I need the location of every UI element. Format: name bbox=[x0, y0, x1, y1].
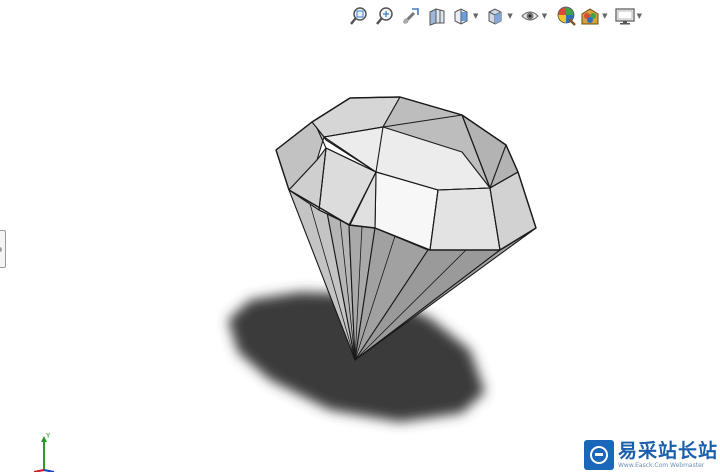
watermark-title: 易采站长站 bbox=[618, 439, 719, 462]
reference-triad: Y bbox=[33, 432, 55, 472]
watermark-logo-icon bbox=[584, 440, 614, 470]
graphics-area[interactable]: ▼ ▼ ▼ ▼ ▼ Y 易采站长站 Www.Easck.Com Webmaste… bbox=[0, 0, 720, 472]
diamond-model[interactable] bbox=[0, 0, 720, 472]
site-watermark: 易采站长站 Www.Easck.Com Webmaster bbox=[584, 438, 720, 472]
watermark-subtitle: Www.Easck.Com Webmaster bbox=[618, 461, 705, 469]
triad-y-label: Y bbox=[45, 432, 51, 440]
